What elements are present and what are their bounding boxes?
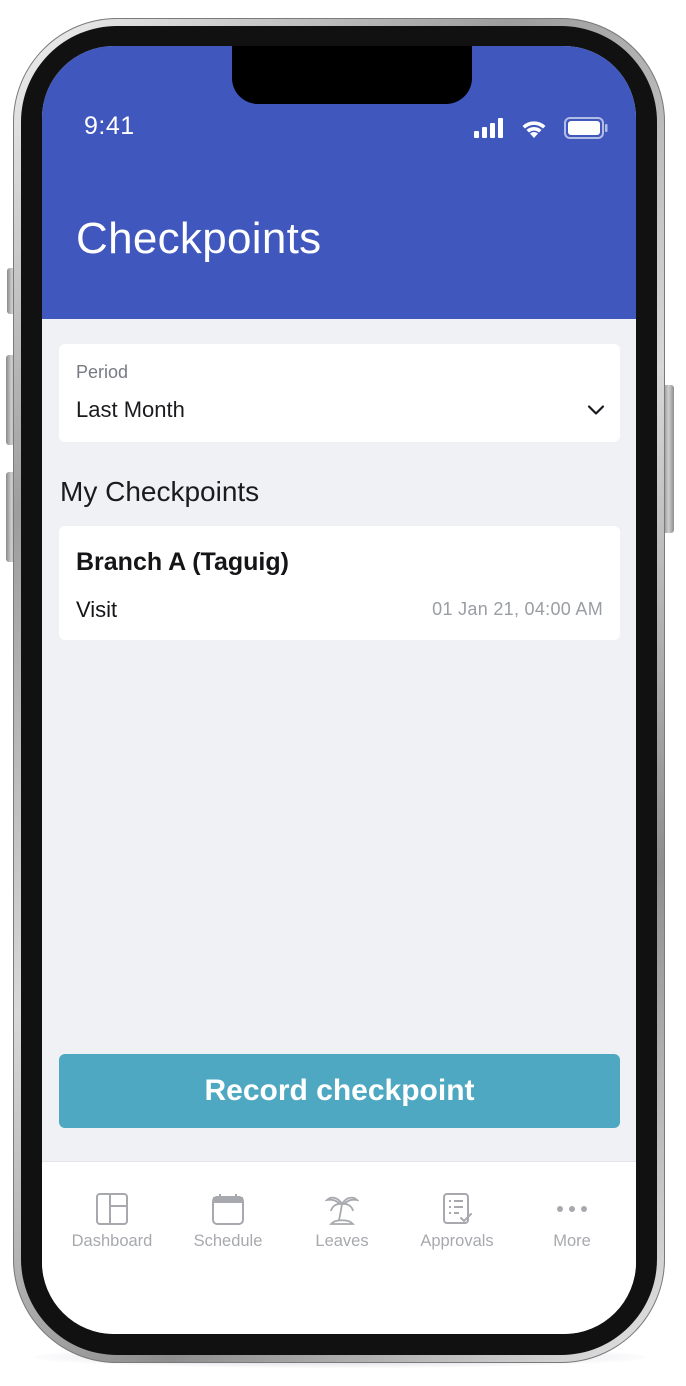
battery-icon xyxy=(564,117,608,139)
checkpoint-name: Branch A (Taguig) xyxy=(76,548,289,576)
page-title: Checkpoints xyxy=(76,214,322,263)
nav-item-dashboard[interactable]: Dashboard xyxy=(57,1192,167,1251)
period-select[interactable]: Period Last Month xyxy=(59,344,620,442)
chevron-down-icon xyxy=(587,405,605,415)
section-title: My Checkpoints xyxy=(60,476,260,507)
calendar-icon xyxy=(212,1194,244,1225)
device-notch xyxy=(232,46,472,104)
app-screen: 9:41 Checkpoints Period Last Month My Ch… xyxy=(42,46,636,1334)
phone-mockup: 9:41 Checkpoints Period Last Month My Ch… xyxy=(0,0,686,1386)
nav-label-schedule: Schedule xyxy=(193,1232,263,1250)
wifi-icon xyxy=(522,120,546,138)
nav-label-dashboard: Dashboard xyxy=(71,1232,153,1250)
nav-item-approvals[interactable]: Approvals xyxy=(402,1192,512,1251)
nav-label-approvals: Approvals xyxy=(420,1232,494,1250)
checkpoint-type: Visit xyxy=(76,597,118,622)
nav-item-leaves[interactable]: Leaves xyxy=(287,1192,397,1251)
checkpoint-item[interactable]: Branch A (Taguig) Visit 01 Jan 21, 04:00… xyxy=(59,526,620,640)
more-dots-icon xyxy=(557,1206,587,1212)
bottom-nav: Dashboard Schedule Leaves Approvals More xyxy=(42,1161,636,1334)
checkpoint-timestamp: 01 Jan 21, 04:00 AM xyxy=(432,599,603,619)
dashboard-icon xyxy=(96,1193,128,1225)
nav-item-schedule[interactable]: Schedule xyxy=(173,1192,283,1251)
period-value: Last Month xyxy=(76,397,185,422)
nav-label-more: More xyxy=(553,1232,591,1250)
period-label: Period xyxy=(76,362,129,382)
palm-tree-icon xyxy=(325,1196,359,1225)
checklist-icon xyxy=(443,1193,472,1224)
status-time: 9:41 xyxy=(84,112,135,140)
nav-label-leaves: Leaves xyxy=(315,1232,369,1250)
app-header: 9:41 Checkpoints xyxy=(42,46,636,319)
signal-icon xyxy=(474,118,503,138)
status-icons xyxy=(474,116,608,140)
record-checkpoint-button[interactable]: Record checkpoint xyxy=(59,1054,620,1128)
nav-item-more[interactable]: More xyxy=(517,1192,627,1251)
